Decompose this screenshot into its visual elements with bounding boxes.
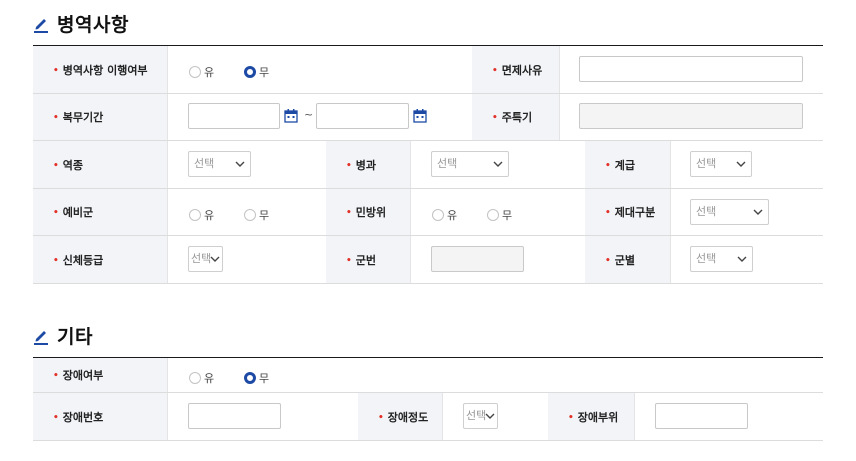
col-divider bbox=[670, 189, 671, 235]
label-service-type: 역종 bbox=[33, 141, 167, 188]
label-branch: 병과 bbox=[326, 141, 410, 188]
col-divider bbox=[167, 236, 168, 283]
col-divider bbox=[167, 94, 168, 140]
physical-grade-select[interactable]: 선택 bbox=[188, 246, 223, 272]
select-value: 선택 bbox=[466, 409, 487, 422]
radio-label: 무 bbox=[259, 209, 270, 222]
radio-circle bbox=[487, 209, 499, 221]
branch-select[interactable]: 선택 bbox=[431, 151, 509, 177]
select-value: 선택 bbox=[194, 157, 215, 170]
radio-label: 무 bbox=[259, 372, 270, 385]
col-divider bbox=[167, 46, 168, 93]
label-disability-degree: 장애정도 bbox=[358, 393, 442, 440]
col-divider bbox=[167, 141, 168, 188]
radio-circle bbox=[189, 372, 201, 384]
radio-label: 유 bbox=[447, 209, 458, 222]
pencil-icon bbox=[34, 18, 48, 33]
service-status-no-radio[interactable]: 무 bbox=[244, 64, 269, 80]
radio-circle bbox=[432, 209, 444, 221]
civil-defense-yes-radio[interactable]: 유 bbox=[432, 207, 457, 223]
select-value: 선택 bbox=[696, 252, 717, 265]
disability-yes-radio[interactable]: 유 bbox=[189, 370, 214, 386]
civil-defense-no-radio[interactable]: 무 bbox=[487, 207, 512, 223]
calendar-icon[interactable] bbox=[413, 109, 427, 123]
label-disability-part: 장애부위 bbox=[548, 393, 634, 440]
chevron-down-icon bbox=[235, 161, 245, 167]
label-discharge-type: 제대구분 bbox=[585, 189, 670, 235]
radio-label: 무 bbox=[259, 66, 270, 79]
label-exemption-reason: 면제사유 bbox=[472, 46, 559, 93]
label-service-number: 군번 bbox=[326, 236, 410, 283]
radio-label: 유 bbox=[204, 66, 215, 79]
chevron-down-icon bbox=[736, 161, 746, 167]
select-value: 선택 bbox=[437, 157, 458, 170]
rank-select[interactable]: 선택 bbox=[690, 151, 752, 177]
label-rank: 계급 bbox=[585, 141, 670, 188]
label-service-period: 복무기간 bbox=[33, 94, 167, 140]
label-disability-number: 장애번호 bbox=[33, 393, 167, 440]
col-divider bbox=[167, 189, 168, 235]
col-divider bbox=[410, 141, 411, 188]
period-end-input[interactable] bbox=[316, 103, 409, 129]
discharge-type-select[interactable]: 선택 bbox=[690, 199, 769, 225]
calendar-icon[interactable] bbox=[284, 109, 298, 123]
main-specialty-input[interactable] bbox=[579, 103, 803, 129]
radio-circle bbox=[189, 209, 201, 221]
service-status-yes-radio[interactable]: 유 bbox=[189, 64, 214, 80]
radio-label: 무 bbox=[502, 209, 513, 222]
label-physical-grade: 신체등급 bbox=[33, 236, 167, 283]
label-main-specialty: 주특기 bbox=[472, 94, 559, 140]
col-divider bbox=[410, 236, 411, 283]
row-divider bbox=[33, 440, 823, 441]
chevron-down-icon bbox=[485, 413, 495, 419]
disability-part-input[interactable] bbox=[655, 403, 748, 429]
radio-label: 유 bbox=[204, 372, 215, 385]
reserve-no-radio[interactable]: 무 bbox=[244, 207, 269, 223]
col-divider bbox=[634, 393, 635, 440]
col-divider bbox=[167, 393, 168, 440]
radio-label: 유 bbox=[204, 209, 215, 222]
service-number-input[interactable] bbox=[431, 246, 524, 272]
exemption-reason-input[interactable] bbox=[579, 56, 803, 82]
col-divider bbox=[167, 358, 168, 392]
select-value: 선택 bbox=[191, 252, 212, 265]
chevron-down-icon bbox=[493, 161, 503, 167]
chevron-down-icon bbox=[210, 256, 220, 262]
chevron-down-icon bbox=[753, 209, 763, 215]
col-divider bbox=[559, 94, 560, 140]
period-start-input[interactable] bbox=[188, 103, 280, 129]
service-type-select[interactable]: 선택 bbox=[188, 151, 251, 177]
reserve-yes-radio[interactable]: 유 bbox=[189, 207, 214, 223]
col-divider bbox=[410, 189, 411, 235]
army-select[interactable]: 선택 bbox=[690, 246, 753, 272]
label-service-status: 병역사항 이행여부 bbox=[33, 46, 167, 93]
radio-circle bbox=[244, 372, 256, 384]
select-value: 선택 bbox=[696, 157, 717, 170]
pencil-icon bbox=[34, 330, 48, 345]
disability-degree-select[interactable]: 선택 bbox=[463, 403, 498, 429]
col-divider bbox=[442, 393, 443, 440]
military-section-title: 병역사항 bbox=[33, 10, 129, 37]
label-civil-defense: 민방위 bbox=[326, 189, 410, 235]
col-divider bbox=[670, 236, 671, 283]
select-value: 선택 bbox=[696, 205, 717, 218]
other-section-title: 기타 bbox=[33, 322, 93, 349]
row-divider bbox=[33, 283, 823, 284]
disability-no-radio[interactable]: 무 bbox=[244, 370, 269, 386]
col-divider bbox=[559, 46, 560, 93]
chevron-down-icon bbox=[737, 256, 747, 262]
label-reserve: 예비군 bbox=[33, 189, 167, 235]
section-title-text: 기타 bbox=[57, 326, 93, 348]
disability-number-input[interactable] bbox=[188, 403, 281, 429]
radio-circle bbox=[189, 66, 201, 78]
period-separator: ~ bbox=[304, 108, 314, 121]
radio-circle bbox=[244, 66, 256, 78]
section-title-text: 병역사항 bbox=[57, 14, 129, 36]
label-disability: 장애여부 bbox=[33, 358, 167, 392]
col-divider bbox=[670, 141, 671, 188]
radio-circle bbox=[244, 209, 256, 221]
label-army: 군별 bbox=[585, 236, 670, 283]
